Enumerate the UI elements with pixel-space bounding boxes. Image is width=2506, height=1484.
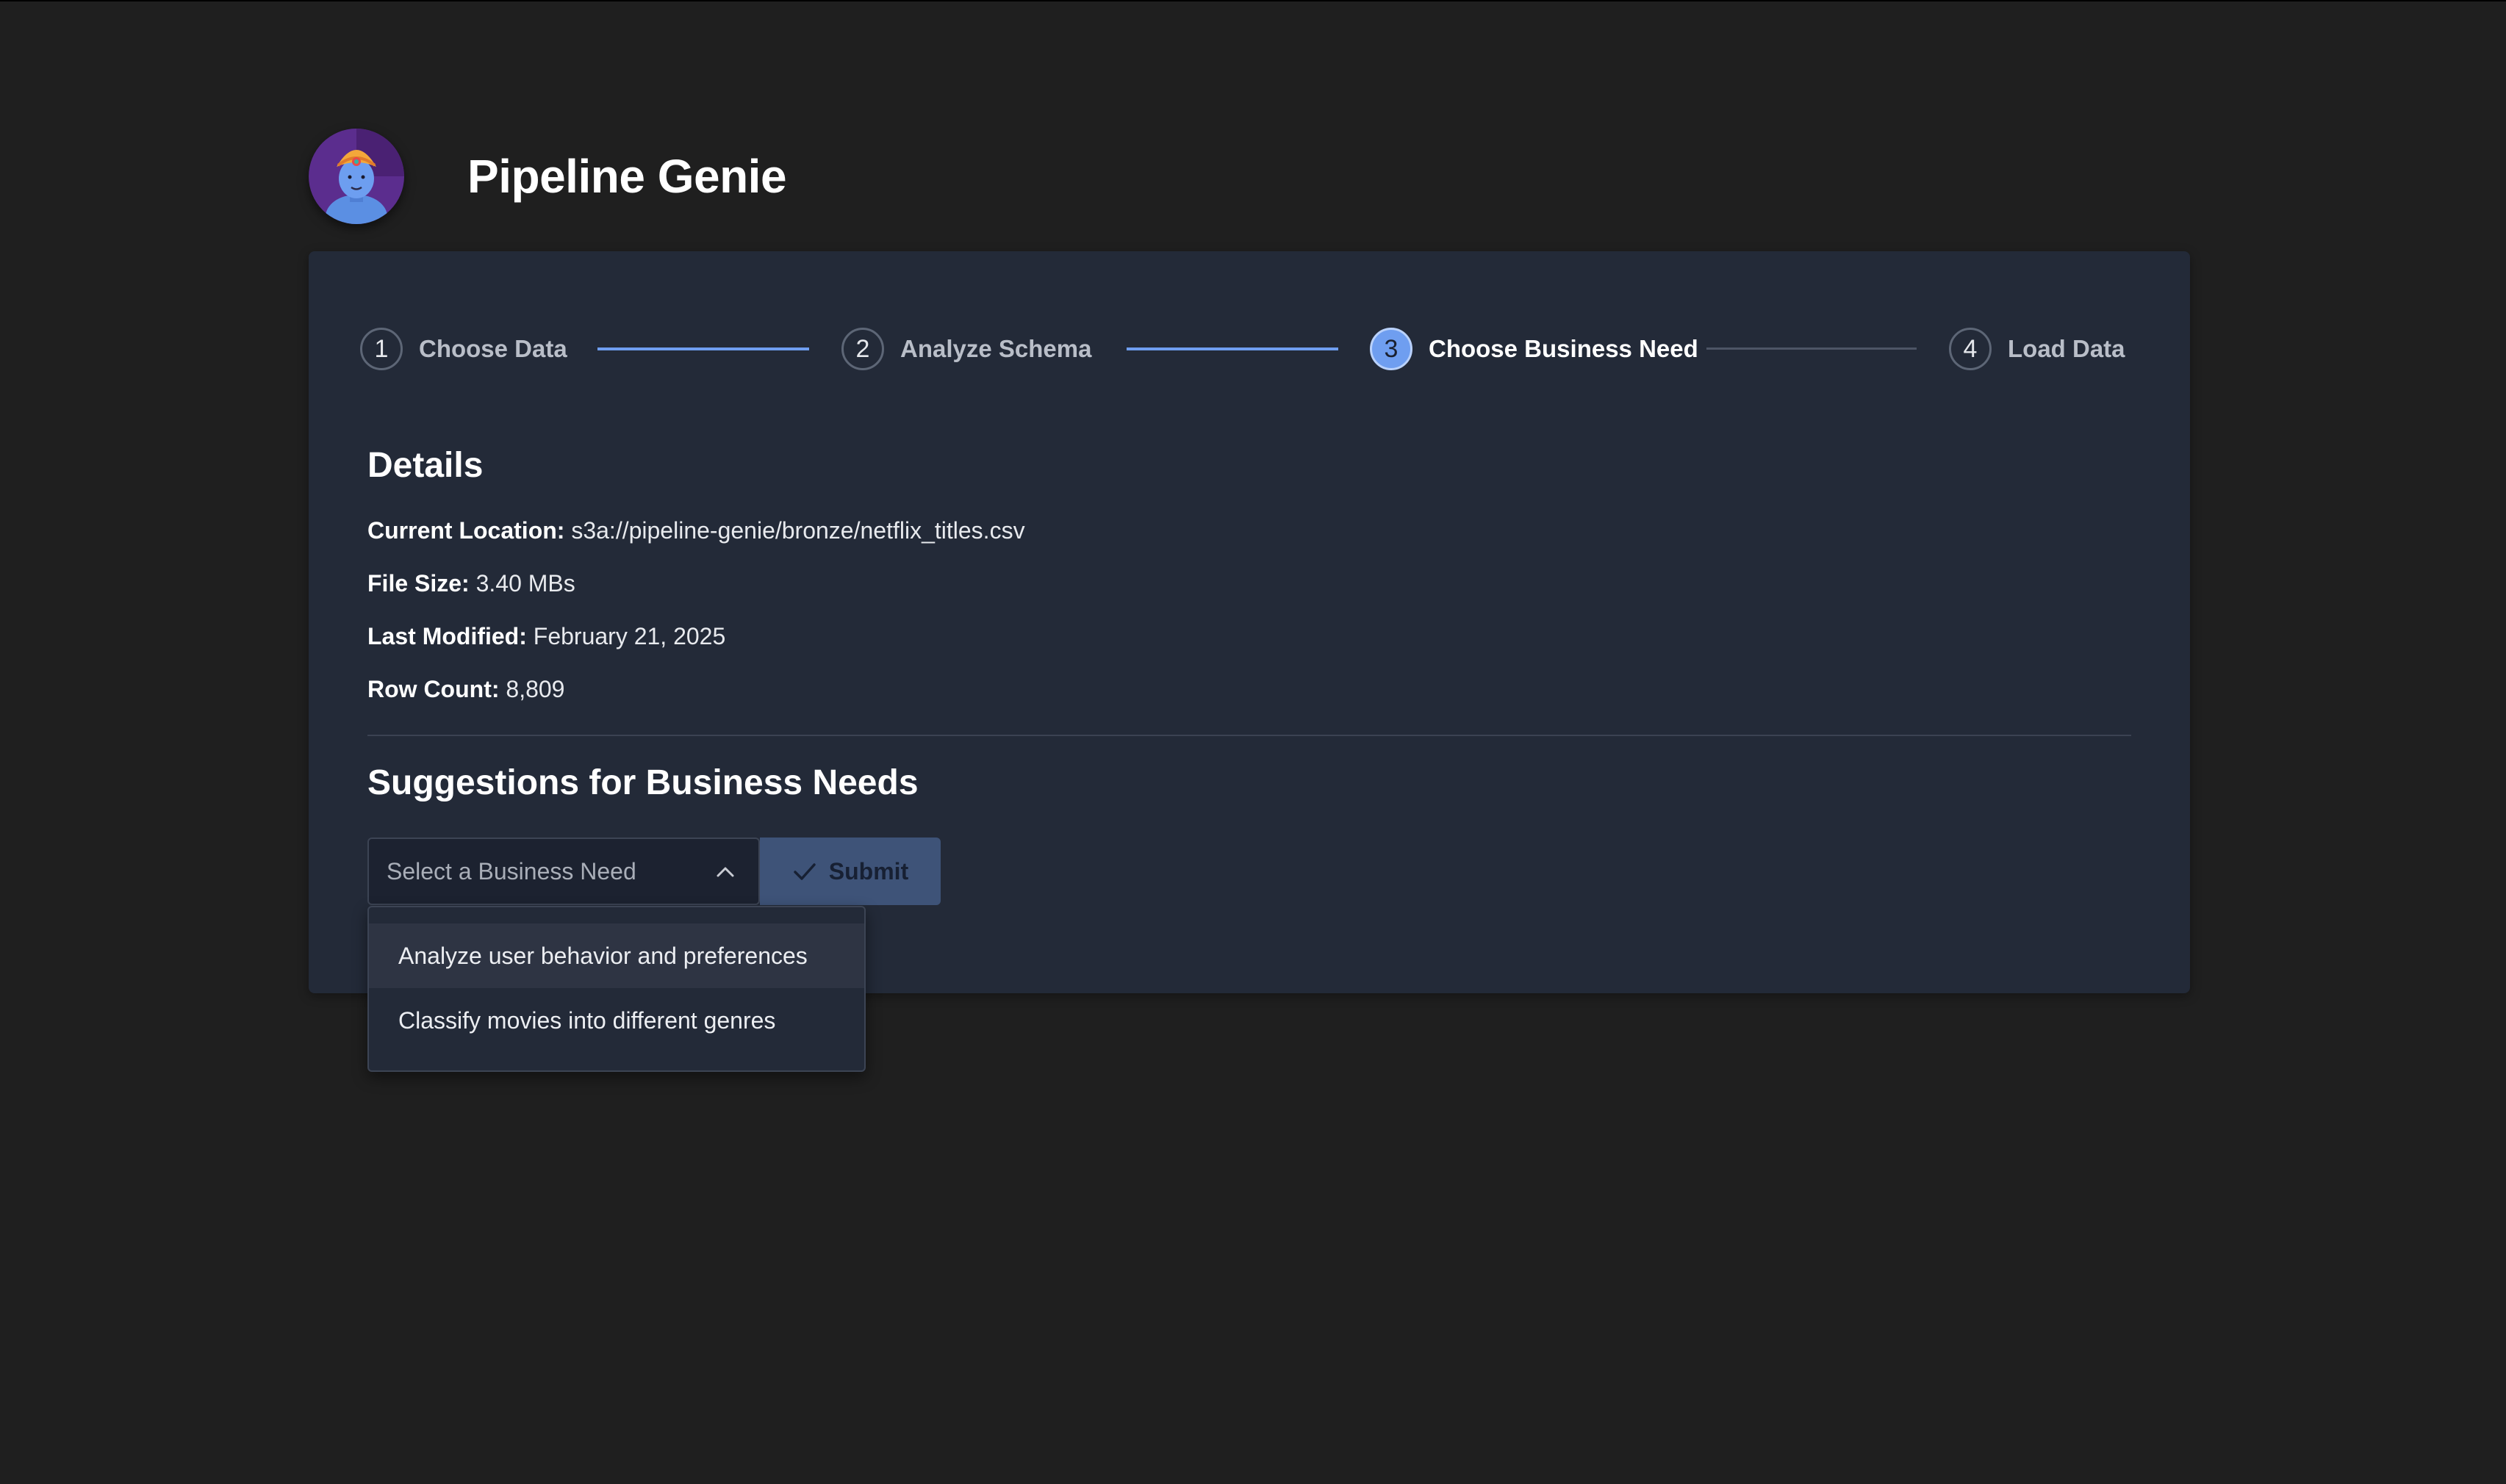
step-number: 3 <box>1370 328 1412 370</box>
detail-key: Row Count: <box>367 676 500 702</box>
dropdown-option[interactable]: Classify movies into different genres <box>369 988 864 1053</box>
step-number: 2 <box>841 328 884 370</box>
dropdown-option[interactable]: Analyze user behavior and preferences <box>369 923 864 988</box>
step-analyze-schema[interactable]: 2 Analyze Schema <box>841 325 1091 373</box>
step-load-data[interactable]: 4 Load Data <box>1949 325 2125 373</box>
step-connector <box>1706 347 1917 350</box>
wizard-card: 1 Choose Data 2 Analyze Schema 3 Choose … <box>309 251 2190 993</box>
detail-last-modified: Last Modified: February 21, 2025 <box>367 623 725 650</box>
details-title: Details <box>367 446 484 485</box>
business-need-select[interactable]: Select a Business Need <box>367 838 760 905</box>
suggestions-title: Suggestions for Business Needs <box>367 763 919 802</box>
step-choose-data[interactable]: 1 Choose Data <box>360 325 567 373</box>
stepper: 1 Choose Data 2 Analyze Schema 3 Choose … <box>360 325 2139 373</box>
genie-avatar <box>309 129 404 224</box>
app-header: Pipeline Genie <box>309 128 787 225</box>
step-number: 1 <box>360 328 403 370</box>
detail-value: February 21, 2025 <box>526 623 726 649</box>
chevron-up-icon <box>717 867 734 877</box>
window-top-border <box>0 0 2506 1</box>
detail-value: 8,809 <box>499 676 565 702</box>
detail-key: File Size: <box>367 570 470 597</box>
step-connector <box>1127 347 1338 350</box>
check-icon <box>794 863 816 880</box>
step-label: Load Data <box>2008 335 2125 362</box>
step-choose-business-need[interactable]: 3 Choose Business Need <box>1370 325 1698 373</box>
step-label: Choose Data <box>419 335 567 362</box>
step-number: 4 <box>1949 328 1992 370</box>
detail-key: Current Location: <box>367 517 565 544</box>
detail-value: 3.40 MBs <box>469 570 575 597</box>
submit-label: Submit <box>828 857 909 885</box>
detail-current-location: Current Location: s3a://pipeline-genie/b… <box>367 517 1025 544</box>
section-divider <box>367 735 2131 736</box>
submit-button[interactable]: Submit <box>760 838 941 905</box>
business-need-dropdown: Analyze user behavior and preferences Cl… <box>367 906 866 1072</box>
select-placeholder: Select a Business Need <box>387 857 636 885</box>
detail-key: Last Modified: <box>367 623 527 649</box>
step-label: Choose Business Need <box>1429 335 1698 362</box>
step-label: Analyze Schema <box>900 335 1092 362</box>
detail-row-count: Row Count: 8,809 <box>367 676 564 703</box>
detail-value: s3a://pipeline-genie/bronze/netflix_titl… <box>564 517 1025 544</box>
step-connector <box>597 347 809 350</box>
app-title: Pipeline Genie <box>467 150 787 203</box>
detail-file-size: File Size: 3.40 MBs <box>367 570 575 597</box>
